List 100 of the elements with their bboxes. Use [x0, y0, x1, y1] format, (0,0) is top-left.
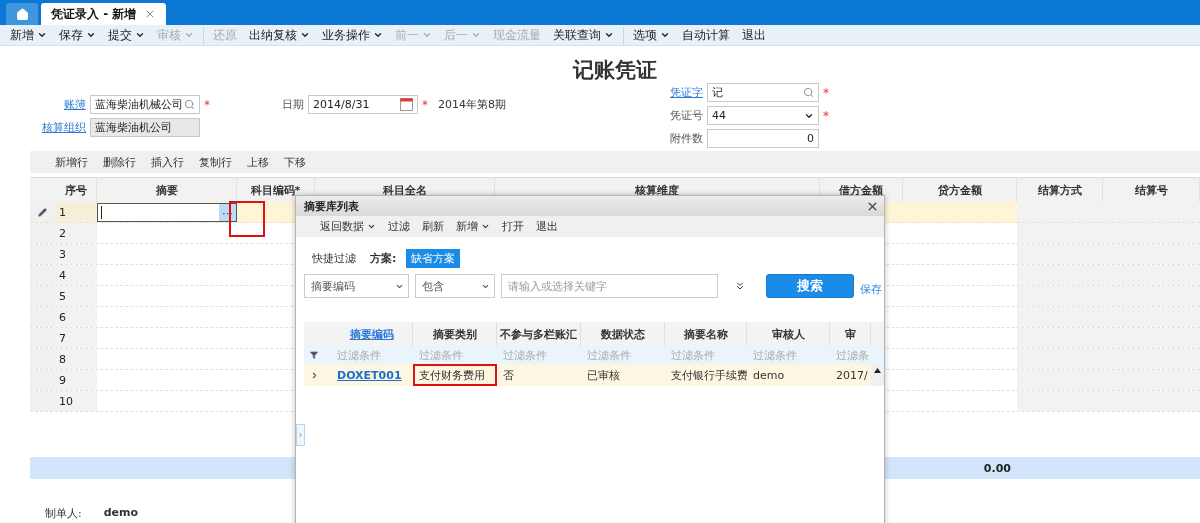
- table-cell-text: 2017/: [835, 367, 869, 384]
- toolbar-button[interactable]: 业务操作: [316, 26, 389, 44]
- row-indicator: [30, 391, 55, 411]
- dialog-toolbar-button[interactable]: 新增: [456, 219, 490, 234]
- row-action-button[interactable]: 复制行: [199, 154, 232, 170]
- row-number: 10: [55, 391, 97, 411]
- caret-icon: [300, 30, 310, 40]
- voucher-no-label: 凭证号: [669, 108, 703, 123]
- attachments-label: 附件数: [669, 131, 703, 146]
- date-field[interactable]: 2014/8/31: [308, 95, 418, 114]
- row-number: 8: [55, 349, 97, 369]
- caret-icon: [604, 30, 614, 40]
- required-mark: *: [823, 108, 829, 123]
- row-number: 6: [55, 307, 97, 327]
- date-label: 日期: [281, 97, 304, 112]
- table-cell-text: 否: [502, 367, 515, 384]
- row-number: 3: [55, 244, 97, 264]
- voucher-word-link[interactable]: 凭证字: [665, 85, 703, 100]
- table-cell-text: 已审核: [586, 367, 621, 384]
- caret-icon: [481, 222, 490, 231]
- caret-icon: [422, 30, 432, 40]
- keyword-field[interactable]: 请输入或选择关键字: [501, 274, 718, 298]
- creator-label: 制单人:: [45, 506, 82, 521]
- dialog-toolbar-button[interactable]: 过滤: [388, 219, 410, 234]
- calendar-icon: [400, 98, 413, 111]
- search-button[interactable]: 搜索: [766, 274, 854, 298]
- caret-icon: [373, 30, 383, 40]
- voucher-word-field[interactable]: 记: [707, 83, 819, 102]
- row-action-button[interactable]: 新增行: [55, 154, 88, 170]
- table-cell-text: 支付银行手续费: [670, 367, 747, 384]
- toolbar-button[interactable]: 退出: [736, 26, 772, 44]
- row-indicator: [30, 328, 55, 348]
- filter-operator-select[interactable]: 包含: [415, 274, 495, 298]
- row-indicator: [30, 286, 55, 306]
- scheme-label: 方案:: [370, 251, 397, 266]
- pencil-icon: [38, 207, 47, 217]
- book-link[interactable]: 账簿: [0, 97, 86, 112]
- save-link[interactable]: 保存: [860, 281, 882, 297]
- toolbar-button[interactable]: 自动计算: [676, 26, 736, 44]
- code-link[interactable]: DOXET001: [331, 364, 413, 386]
- search-icon: [184, 99, 195, 110]
- table-cell-text: demo: [752, 367, 786, 384]
- dialog-toolbar-button[interactable]: 打开: [502, 219, 524, 234]
- row-indicator: [30, 244, 55, 264]
- toolbar-button[interactable]: 提交: [102, 26, 151, 44]
- dialog-title: 摘要库列表: [296, 196, 884, 216]
- required-mark: *: [204, 97, 210, 112]
- toolbar-button[interactable]: 新增: [4, 26, 53, 44]
- filter-icon: [310, 351, 318, 359]
- caret-icon: [471, 30, 481, 40]
- row-action-button[interactable]: 上移: [247, 154, 269, 170]
- period-text: 2014年第8期: [438, 97, 506, 112]
- table-cell: 支付财务费用: [413, 364, 497, 386]
- row-number: 2: [55, 223, 97, 243]
- row-indicator: [30, 349, 55, 369]
- voucher-no-select[interactable]: 44: [707, 106, 819, 125]
- row-number: 5: [55, 286, 97, 306]
- search-icon: [803, 87, 814, 98]
- voucher-title: 记账凭证: [571, 57, 658, 83]
- row-action-button[interactable]: 插入行: [151, 154, 184, 170]
- row-action-button[interactable]: 删除行: [103, 154, 136, 170]
- caret-icon: [37, 30, 47, 40]
- row-action-button[interactable]: 下移: [284, 154, 306, 170]
- row-number: 4: [55, 265, 97, 285]
- attachments-field[interactable]: 0: [707, 129, 819, 148]
- toolbar-button[interactable]: 出纳复核: [243, 26, 316, 44]
- caret-icon: [367, 222, 376, 231]
- toolbar-button[interactable]: 关联查询: [547, 26, 624, 44]
- credit-total: 0.00: [982, 461, 1012, 475]
- caret-icon: [135, 30, 145, 40]
- caret-icon: [660, 30, 670, 40]
- required-mark: *: [823, 85, 829, 100]
- toolbar-button[interactable]: 保存: [53, 26, 102, 44]
- row-number: 1: [55, 202, 97, 222]
- book-field[interactable]: 蓝海柴油机械公司: [90, 95, 200, 114]
- chevron-right-icon: [297, 431, 304, 439]
- row-number: 7: [55, 328, 97, 348]
- filter-field-select[interactable]: 摘要编码: [304, 274, 409, 298]
- toolbar-button[interactable]: 选项: [627, 26, 676, 44]
- page-tab[interactable]: 凭证录入 - 新增: [41, 3, 167, 25]
- creator-value: demo: [103, 506, 139, 521]
- dialog-toolbar-button[interactable]: 退出: [536, 219, 558, 234]
- close-icon[interactable]: [866, 199, 879, 213]
- row-indicator: [30, 307, 55, 327]
- dialog-toolbar-button[interactable]: 刷新: [422, 219, 444, 234]
- home-icon: [15, 7, 29, 21]
- row-indicator: [30, 370, 55, 390]
- quick-filter-label: 快捷过滤: [312, 251, 356, 266]
- row-pointer-icon: [310, 370, 319, 380]
- scheme-tag[interactable]: 缺省方案: [406, 249, 461, 268]
- scroll-up-icon[interactable]: [874, 368, 881, 373]
- caret-icon: [184, 30, 194, 40]
- expand-icon[interactable]: [734, 280, 746, 292]
- row-indicator: [30, 265, 55, 285]
- required-mark: *: [422, 97, 428, 112]
- home-tab[interactable]: [6, 3, 38, 25]
- row-number: 9: [55, 370, 97, 390]
- dialog-toolbar-button[interactable]: 返回数据: [320, 219, 376, 234]
- caret-icon: [86, 30, 96, 40]
- summary-input[interactable]: ···: [97, 203, 237, 222]
